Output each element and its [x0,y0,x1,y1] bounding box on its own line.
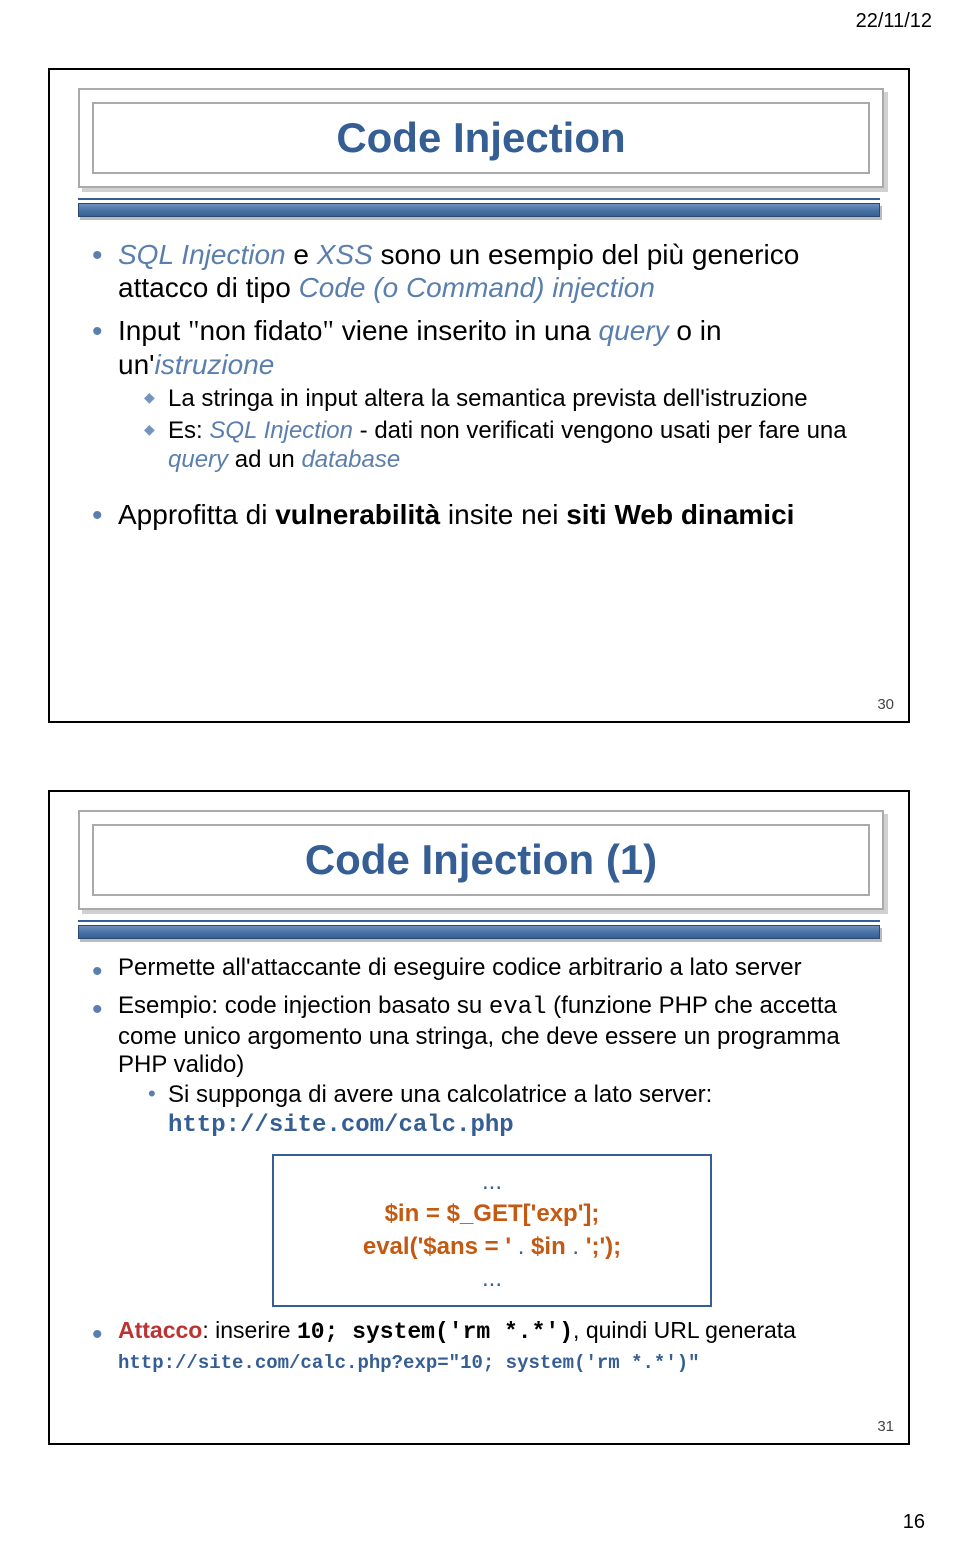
title-inner: Code Injection [92,102,870,174]
bullet: Permette all'attaccante di eseguire codi… [92,954,866,982]
divider-bar [78,198,880,217]
slide-body: Permette all'attaccante di eseguire codi… [92,954,866,1425]
title-frame: Code Injection [78,88,884,188]
slide-number: 30 [877,696,894,713]
slide-number: 31 [877,1418,894,1435]
bullet: Esempio: code injection basato su eval (… [92,992,866,1307]
sub-bullet: Si supponga di avere una calcolatrice a … [118,1081,866,1140]
slide-body: SQL Injection e XSS sono un esempio del … [92,238,866,703]
sub-bullet: Es: SQL Injection - dati non verificati … [118,417,866,474]
bullet: Input "non fidato" viene inserito in una… [92,314,866,474]
divider-bar [78,920,880,939]
title-inner: Code Injection (1) [92,824,870,896]
bullet: Approfitta di vulnerabilità insite nei s… [92,498,866,531]
page-number: 16 [903,1511,925,1534]
bullet: Attacco: inserire 10; system('rm *.*'), … [92,1317,866,1374]
bullet: SQL Injection e XSS sono un esempio del … [92,238,866,304]
code-box: ... $in = $_GET['exp']; eval('$ans = ' .… [272,1154,712,1308]
title-frame: Code Injection (1) [78,810,884,910]
page-date: 22/11/12 [856,10,932,33]
slide-title: Code Injection (1) [305,836,657,884]
slide-title: Code Injection [336,114,625,162]
sub-bullet: La stringa in input altera la semantica … [118,385,866,413]
slide-code-injection-1: Code Injection (1) Permette all'attaccan… [48,790,910,1445]
slide-code-injection: Code Injection SQL Injection e XSS sono … [48,68,910,723]
